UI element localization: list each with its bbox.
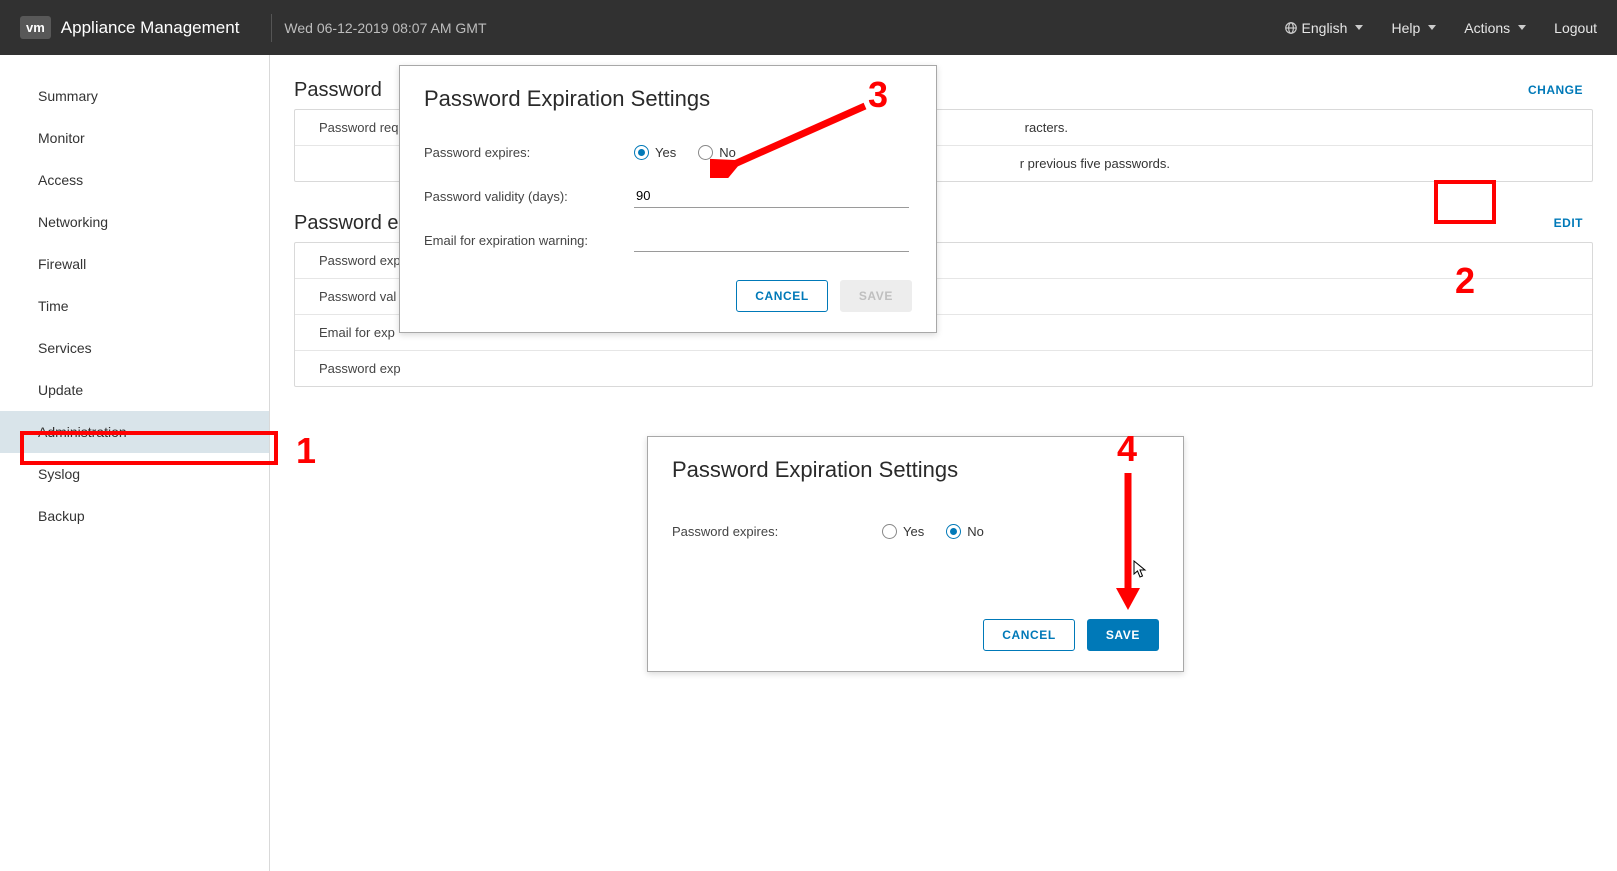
expires-label: Password expires: [672,524,882,539]
language-menu[interactable]: English [1284,20,1364,36]
change-password-link[interactable]: CHANGE [1518,77,1593,103]
row-text-tail: racters. [1025,120,1068,135]
separator [271,14,272,42]
expires-yes-radio[interactable]: Yes [882,524,924,539]
help-menu[interactable]: Help [1391,20,1436,36]
row-label: Password req [319,120,398,135]
password-section-title: Password [294,79,382,102]
actions-menu[interactable]: Actions [1464,20,1526,36]
dialog-title: Password Expiration Settings [648,437,1183,501]
sidebar-item-time[interactable]: Time [0,285,269,327]
sidebar-item-firewall[interactable]: Firewall [0,243,269,285]
sidebar-item-summary[interactable]: Summary [0,75,269,117]
app-header: vm Appliance Management Wed 06-12-2019 0… [0,0,1617,55]
sidebar-item-syslog[interactable]: Syslog [0,453,269,495]
sidebar-item-update[interactable]: Update [0,369,269,411]
row-text-tail: r previous five passwords. [1020,156,1170,171]
sidebar-item-backup[interactable]: Backup [0,495,269,537]
table-row: Password exp [295,350,1592,386]
save-button-disabled: SAVE [840,280,912,312]
sidebar-item-networking[interactable]: Networking [0,201,269,243]
password-expiration-dialog-no: Password Expiration Settings Password ex… [647,436,1184,672]
language-label: English [1302,20,1348,36]
password-expiration-dialog-yes: Password Expiration Settings Password ex… [399,65,937,333]
edit-expiration-link[interactable]: EDIT [1544,210,1593,236]
chevron-down-icon [1428,25,1436,30]
validity-input[interactable] [634,184,909,208]
validity-label: Password validity (days): [424,189,634,204]
vmware-logo: vm [20,16,51,39]
cancel-button[interactable]: CANCEL [736,280,828,312]
email-warning-label: Email for expiration warning: [424,233,634,248]
globe-icon [1284,21,1298,35]
email-warning-input[interactable] [634,228,909,252]
expires-no-radio[interactable]: No [698,145,736,160]
chevron-down-icon [1355,25,1363,30]
save-button[interactable]: SAVE [1087,619,1159,651]
chevron-down-icon [1518,25,1526,30]
expires-yes-radio[interactable]: Yes [634,145,676,160]
header-timestamp: Wed 06-12-2019 08:07 AM GMT [284,20,486,36]
sidebar-item-administration[interactable]: Administration [0,411,269,453]
sidebar-item-services[interactable]: Services [0,327,269,369]
app-title: Appliance Management [61,18,240,38]
sidebar-item-access[interactable]: Access [0,159,269,201]
cancel-button[interactable]: CANCEL [983,619,1075,651]
logout-link[interactable]: Logout [1554,20,1597,36]
dialog-title: Password Expiration Settings [400,66,936,130]
sidebar-item-monitor[interactable]: Monitor [0,117,269,159]
sidebar: Summary Monitor Access Networking Firewa… [0,55,270,871]
expires-no-radio[interactable]: No [946,524,984,539]
expires-label: Password expires: [424,145,634,160]
